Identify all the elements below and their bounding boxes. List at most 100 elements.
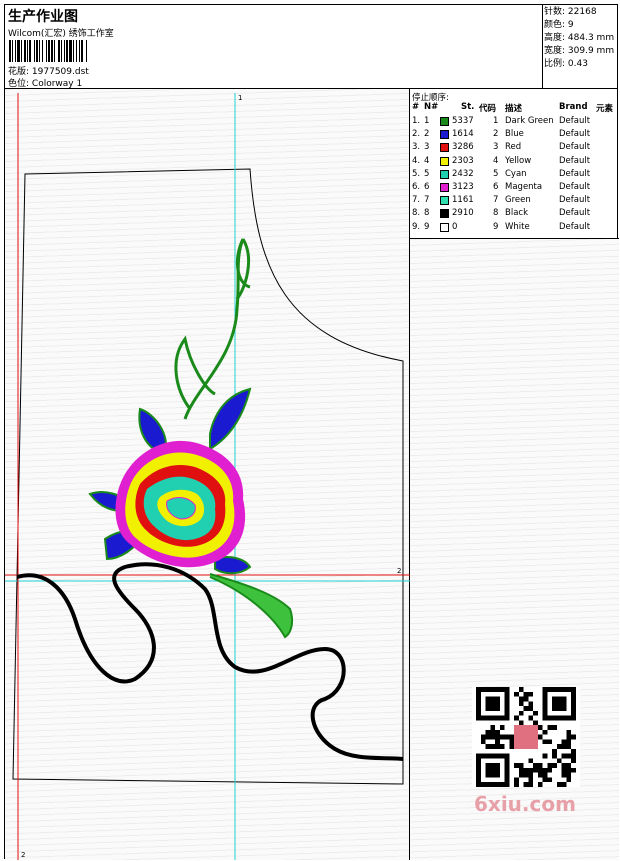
stats-panel: 针数: 22168 颜色: 9 高度: 484.3 mm 宽度: 309.9 m… bbox=[541, 5, 617, 89]
legend-cell-brand: Default bbox=[559, 182, 591, 192]
legend-cell-num: 5. bbox=[412, 168, 421, 179]
color-swatch bbox=[440, 156, 449, 166]
page-title: 生产作业图 bbox=[8, 9, 78, 25]
legend-cell-code: 1 bbox=[493, 116, 499, 126]
legend-cell-desc: Blue bbox=[505, 129, 524, 140]
marker-right: 2 bbox=[397, 567, 402, 575]
legend-row[interactable]: 4. 4 2303 4 Yellow Default bbox=[410, 156, 619, 169]
qr-code-icon bbox=[472, 687, 580, 787]
legend-cell-brand: Default bbox=[559, 155, 591, 166]
header-desc: 描述 bbox=[505, 104, 523, 114]
lower-leaf-stem bbox=[209, 573, 294, 639]
legend-cell-num: 1. bbox=[412, 116, 421, 126]
legend-cell-st: 1161 bbox=[452, 195, 474, 206]
legend-cell-n: 6 bbox=[424, 182, 430, 192]
legend-cell-n: 1 bbox=[424, 116, 430, 126]
legend-cell-desc: Cyan bbox=[505, 168, 527, 179]
legend-cell-n: 2 bbox=[424, 129, 430, 140]
color-swatch bbox=[440, 183, 449, 192]
legend-cell-st: 2910 bbox=[452, 208, 474, 219]
legend-cell-n: 5 bbox=[424, 168, 430, 179]
stitches-stat: 针数: 22168 bbox=[544, 7, 597, 17]
legend-row[interactable]: 3. 3 3286 3 Red Default bbox=[410, 142, 619, 155]
legend-cell-brand: Default bbox=[559, 208, 591, 219]
legend-cell-code: 5 bbox=[493, 168, 499, 179]
side-panel: 6xiu.com bbox=[410, 239, 619, 860]
barcode-icon bbox=[9, 40, 141, 62]
legend-cell-brand: Default bbox=[559, 168, 591, 179]
color-swatch bbox=[440, 209, 449, 219]
colorway-label: 色位: bbox=[8, 79, 30, 89]
legend-cell-st: 2303 bbox=[452, 155, 474, 166]
studio-subtitle: Wilcom(汇宏) 绣饰工作室 bbox=[8, 29, 114, 39]
legend-cell-code: 6 bbox=[493, 182, 499, 192]
header-brand: Brand bbox=[559, 102, 588, 112]
header-num: # bbox=[412, 102, 420, 112]
legend-cell-st: 3286 bbox=[452, 142, 474, 153]
header-elem: 元素 bbox=[596, 104, 614, 114]
legend-cell-st: 0 bbox=[452, 221, 458, 232]
legend-cell-code: 8 bbox=[493, 208, 499, 219]
legend-cell-st: 1614 bbox=[452, 129, 474, 140]
legend-cell-brand: Default bbox=[559, 195, 591, 206]
legend-cell-desc: White bbox=[505, 221, 530, 232]
legend-cell-desc: Magenta bbox=[505, 182, 543, 192]
site-watermark: 6xiu.com bbox=[474, 792, 576, 816]
design-canvas[interactable]: 1 2 2 bbox=[5, 89, 410, 860]
legend-cell-n: 9 bbox=[424, 221, 430, 232]
scale-stat: 比例: 0.43 bbox=[544, 59, 588, 69]
production-worksheet: 生产作业图 Wilcom(汇宏) 绣饰工作室 花版: 1977509.dst 色… bbox=[4, 4, 619, 860]
legend-cell-num: 3. bbox=[412, 142, 421, 153]
marker-bottom: 2 bbox=[21, 851, 26, 859]
legend-cell-st: 3123 bbox=[452, 182, 474, 192]
legend-header: # N# St. 代码 描述 Brand 元素 bbox=[410, 102, 619, 114]
legend-row[interactable]: 8. 8 2910 8 Black Default bbox=[410, 208, 619, 221]
legend-cell-desc: Green bbox=[505, 195, 531, 206]
legend-cell-num: 2. bbox=[412, 129, 421, 140]
color-swatch bbox=[440, 222, 449, 232]
legend-cell-code: 9 bbox=[493, 221, 499, 232]
legend-cell-num: 4. bbox=[412, 155, 421, 166]
colors-stat: 颜色: 9 bbox=[544, 20, 574, 30]
width-stat: 宽度: 309.9 mm bbox=[544, 46, 615, 56]
legend-row[interactable]: 5. 5 2432 5 Cyan Default bbox=[410, 169, 619, 182]
color-swatch bbox=[440, 169, 449, 179]
height-stat: 高度: 484.3 mm bbox=[544, 33, 615, 43]
colorway-row: 色位: Colorway 1 bbox=[8, 76, 82, 89]
legend-cell-desc: Yellow bbox=[505, 155, 532, 166]
legend-cell-num: 9. bbox=[412, 221, 421, 232]
color-swatch bbox=[440, 196, 449, 206]
legend-cell-num: 8. bbox=[412, 208, 421, 219]
embroidery-preview bbox=[5, 93, 410, 860]
legend-cell-num: 6. bbox=[412, 182, 421, 192]
legend-cell-n: 3 bbox=[424, 142, 430, 153]
legend-cell-desc: Black bbox=[505, 208, 528, 219]
legend-cell-desc: Red bbox=[505, 142, 522, 153]
legend-cell-brand: Default bbox=[559, 142, 591, 153]
legend-cell-st: 2432 bbox=[452, 168, 474, 179]
legend-row[interactable]: 6. 6 3123 6 Magenta Default bbox=[410, 182, 619, 195]
header-code: 代码 bbox=[479, 104, 497, 114]
legend-row[interactable]: 9. 9 0 9 White Default bbox=[410, 222, 619, 235]
legend-cell-n: 8 bbox=[424, 208, 430, 219]
color-swatch bbox=[440, 130, 449, 140]
legend-cell-n: 7 bbox=[424, 195, 430, 206]
color-swatch bbox=[440, 143, 449, 153]
marker-top: 1 bbox=[238, 94, 243, 102]
header-st: St. bbox=[461, 102, 475, 112]
legend-cell-desc: Dark Green bbox=[505, 116, 554, 126]
legend-row[interactable]: 1. 1 5337 1 Dark Green Default bbox=[410, 116, 619, 129]
color-swatch bbox=[440, 117, 449, 126]
legend-cell-brand: Default bbox=[559, 129, 591, 140]
blue-leaf-top bbox=[209, 387, 252, 451]
black-scroll bbox=[16, 562, 404, 761]
legend-cell-num: 7. bbox=[412, 195, 421, 206]
colorway-value: Colorway 1 bbox=[31, 79, 83, 89]
header-n: N# bbox=[424, 102, 439, 112]
legend-cell-code: 7 bbox=[493, 195, 499, 206]
legend-row[interactable]: 2. 2 1614 2 Blue Default bbox=[410, 129, 619, 142]
legend-row[interactable]: 7. 7 1161 7 Green Default bbox=[410, 195, 619, 208]
legend-cell-brand: Default bbox=[559, 221, 591, 232]
legend-cell-code: 2 bbox=[493, 129, 499, 140]
legend-cell-code: 3 bbox=[493, 142, 499, 153]
